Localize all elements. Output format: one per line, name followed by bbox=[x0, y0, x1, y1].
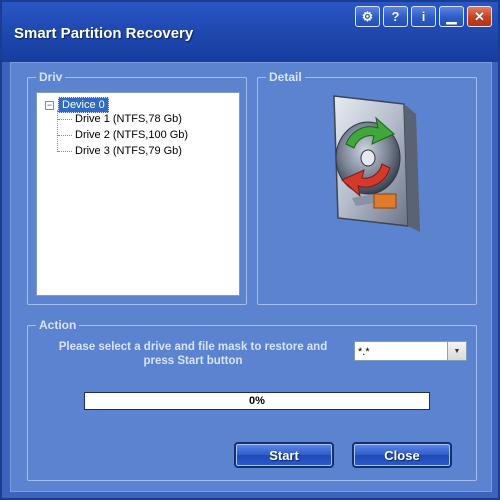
title-bar[interactable]: Smart Partition Recovery ⚙ ? i ▁ ✕ bbox=[2, 2, 498, 62]
tree-branch bbox=[58, 134, 72, 136]
tree-item-label[interactable]: Drive 2 (NTFS,100 Gb) bbox=[75, 129, 188, 141]
tree-branch bbox=[58, 150, 72, 152]
tree-root-device[interactable]: − Device 0 bbox=[45, 97, 109, 113]
tree-item-drive-3[interactable]: Drive 3 (NTFS,79 Gb) bbox=[58, 145, 182, 157]
drive-group: Driv − Device 0 Drive 1 (NTFS,78 Gb) Dri… bbox=[27, 70, 247, 305]
tree-item-drive-2[interactable]: Drive 2 (NTFS,100 Gb) bbox=[58, 129, 188, 141]
window-controls: ⚙ ? i ▁ ✕ bbox=[355, 6, 492, 27]
tree-item-drive-1[interactable]: Drive 1 (NTFS,78 Gb) bbox=[58, 113, 182, 125]
action-group-legend: Action bbox=[36, 318, 80, 332]
settings-icon[interactable]: ⚙ bbox=[355, 6, 380, 27]
file-mask-input[interactable] bbox=[355, 343, 451, 361]
progress-bar: 0% bbox=[84, 392, 430, 410]
detail-group-legend: Detail bbox=[266, 70, 305, 84]
tree-item-label[interactable]: Drive 1 (NTFS,78 Gb) bbox=[75, 113, 182, 125]
collapse-icon[interactable]: − bbox=[45, 100, 54, 110]
drive-tree[interactable]: − Device 0 Drive 1 (NTFS,78 Gb) Drive 2 … bbox=[36, 92, 240, 296]
progress-label: 0% bbox=[249, 395, 265, 407]
tree-root-label[interactable]: Device 0 bbox=[58, 97, 109, 113]
hard-drive-recovery-icon bbox=[333, 95, 420, 232]
tree-branch bbox=[58, 118, 72, 120]
close-icon[interactable]: ✕ bbox=[467, 6, 492, 27]
instruction-text: Please select a drive and file mask to r… bbox=[58, 341, 328, 367]
help-icon[interactable]: ? bbox=[383, 6, 408, 27]
client-area: Driv − Device 0 Drive 1 (NTFS,78 Gb) Dri… bbox=[10, 62, 492, 492]
drive-group-legend: Driv bbox=[36, 70, 66, 84]
action-group: Action Please select a drive and file ma… bbox=[27, 318, 477, 481]
window-title: Smart Partition Recovery bbox=[14, 25, 194, 42]
minimize-icon[interactable]: ▁ bbox=[439, 6, 464, 27]
tree-item-label[interactable]: Drive 3 (NTFS,79 Gb) bbox=[75, 145, 182, 157]
info-icon[interactable]: i bbox=[411, 6, 436, 27]
file-mask-combo[interactable]: ▼ bbox=[354, 341, 467, 361]
detail-group: Detail bbox=[257, 70, 477, 305]
close-button[interactable]: Close bbox=[352, 442, 452, 468]
start-button[interactable]: Start bbox=[234, 442, 334, 468]
chevron-down-icon[interactable]: ▼ bbox=[447, 342, 466, 360]
app-window: Smart Partition Recovery ⚙ ? i ▁ ✕ Driv … bbox=[0, 0, 500, 500]
